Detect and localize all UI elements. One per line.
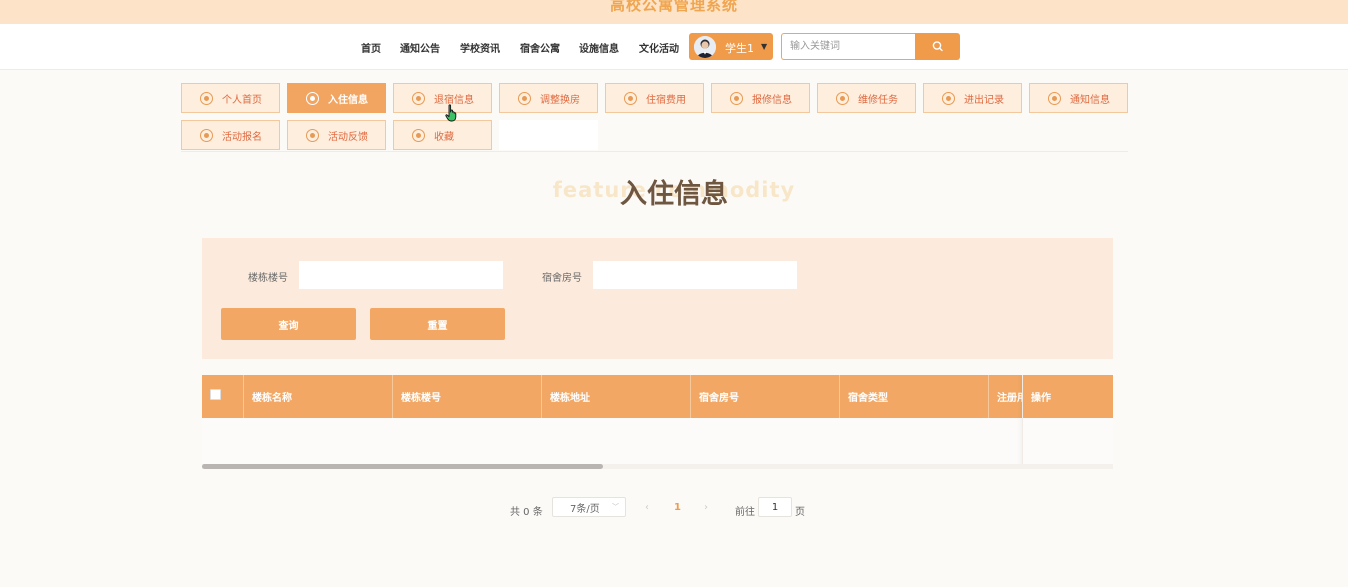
filter-panel: 楼栋楼号 宿舍房号 查询 重置 [202, 238, 1113, 359]
menu-item-personal-home[interactable]: 个人首页 [181, 83, 280, 113]
circle-dot-icon [200, 128, 213, 142]
page-heading: feature commodity 入住信息 [0, 172, 1348, 212]
room-number-label: 宿舍房号 [542, 273, 582, 284]
menu-item-label: 住宿费用 [646, 94, 686, 106]
checkin-table: 楼栋名称 楼栋楼号 楼栋地址 宿舍房号 宿舍类型 注册用户 操作 [202, 375, 1113, 469]
column-header-building-number[interactable]: 楼栋楼号 [392, 375, 541, 418]
menu-item-label: 维修任务 [858, 94, 898, 106]
menu-item-checkin-info[interactable]: 入住信息 [287, 83, 386, 113]
menu-item-repair-reports[interactable]: 报修信息 [711, 83, 810, 113]
page-size-value: 7条/页 [570, 503, 600, 515]
page-number-current[interactable]: 1 [674, 502, 681, 513]
menu-item-label: 收藏 [434, 131, 454, 143]
menu-item-access-records[interactable]: 进出记录 [923, 83, 1022, 113]
circle-dot-icon [306, 91, 319, 105]
main-navbar: 首页 通知公告 学校资讯 宿舍公寓 设施信息 文化活动 学生1 ▼ [0, 24, 1348, 70]
menu-item-label: 报修信息 [752, 94, 792, 106]
circle-dot-icon [518, 91, 531, 105]
column-header-building-address[interactable]: 楼栋地址 [541, 375, 690, 418]
user-menu-button[interactable]: 学生1 ▼ [689, 33, 773, 60]
menu-blank-cell [499, 120, 598, 150]
reset-button[interactable]: 重置 [370, 308, 505, 340]
building-number-label: 楼栋楼号 [248, 273, 288, 284]
goto-label: 前往 [735, 507, 755, 518]
pagination-total: 共 0 条 [510, 507, 543, 518]
site-title: 高校公寓管理系统 [609, 0, 738, 14]
circle-dot-icon [306, 128, 319, 142]
caret-down-icon: ▼ [761, 42, 768, 51]
menu-item-label: 入住信息 [328, 94, 368, 106]
select-all-checkbox[interactable] [210, 389, 221, 400]
top-banner: 高校公寓管理系统 [0, 0, 1348, 24]
room-number-input[interactable] [593, 261, 797, 289]
column-header-room-number[interactable]: 宿舍房号 [690, 375, 839, 418]
user-name: 学生1 [725, 42, 754, 55]
avatar [694, 36, 716, 58]
table-body [202, 418, 1113, 469]
menu-item-label: 个人首页 [222, 94, 262, 106]
menu-item-room-change[interactable]: 调整换房 [499, 83, 598, 113]
nav-item-activities[interactable]: 文化活动 [639, 40, 679, 55]
menu-item-activity-signup[interactable]: 活动报名 [181, 120, 280, 150]
menu-item-lodging-fees[interactable]: 住宿费用 [605, 83, 704, 113]
fixed-column-divider [1022, 375, 1113, 469]
page-size-select[interactable]: 7条/页 ﹀ [552, 497, 626, 517]
circle-dot-icon [836, 91, 849, 105]
circle-dot-icon [1048, 91, 1061, 105]
circle-dot-icon [942, 91, 955, 105]
nav-item-home[interactable]: 首页 [361, 40, 381, 55]
column-header-room-type[interactable]: 宿舍类型 [839, 375, 988, 418]
search-button[interactable] [915, 33, 960, 60]
menu-item-label: 活动报名 [222, 131, 262, 143]
circle-dot-icon [412, 91, 425, 105]
menu-item-maintenance-tasks[interactable]: 维修任务 [817, 83, 916, 113]
table-header: 楼栋名称 楼栋楼号 楼栋地址 宿舍房号 宿舍类型 注册用户 操作 [202, 375, 1113, 418]
nav-item-facilities[interactable]: 设施信息 [579, 40, 619, 55]
circle-dot-icon [730, 91, 743, 105]
chevron-down-icon: ﹀ [612, 503, 619, 511]
hand-pointer-icon [445, 104, 457, 122]
menu-item-favorites[interactable]: 收藏 [393, 120, 492, 150]
menu-item-label: 进出记录 [964, 94, 1004, 106]
menu-item-activity-feedback[interactable]: 活动反馈 [287, 120, 386, 150]
prev-page-icon[interactable]: ‹ [645, 502, 649, 513]
search-icon [932, 41, 943, 52]
menu-divider [181, 151, 1128, 152]
goto-unit: 页 [795, 507, 805, 518]
search-input[interactable] [781, 33, 915, 60]
page-title: 入住信息 [620, 179, 728, 210]
menu-item-notifications[interactable]: 通知信息 [1029, 83, 1128, 113]
column-header-registered-user[interactable]: 注册用户 [988, 375, 1022, 418]
nav-item-dorms[interactable]: 宿舍公寓 [520, 40, 560, 55]
query-button[interactable]: 查询 [221, 308, 356, 340]
circle-dot-icon [412, 128, 425, 142]
circle-dot-icon [200, 91, 213, 105]
next-page-icon[interactable]: › [704, 502, 708, 513]
building-number-input[interactable] [299, 261, 503, 289]
menu-item-label: 通知信息 [1070, 94, 1110, 106]
nav-item-notices[interactable]: 通知公告 [400, 40, 440, 55]
menu-item-label: 调整换房 [540, 94, 580, 106]
menu-item-label: 活动反馈 [328, 131, 368, 143]
menu-item-checkout-info[interactable]: 退宿信息 [393, 83, 492, 113]
nav-item-news[interactable]: 学校资讯 [460, 40, 500, 55]
horizontal-scrollbar-thumb[interactable] [202, 464, 603, 469]
goto-page-input[interactable] [758, 497, 792, 517]
circle-dot-icon [624, 91, 637, 105]
column-header-building-name[interactable]: 楼栋名称 [243, 375, 392, 418]
